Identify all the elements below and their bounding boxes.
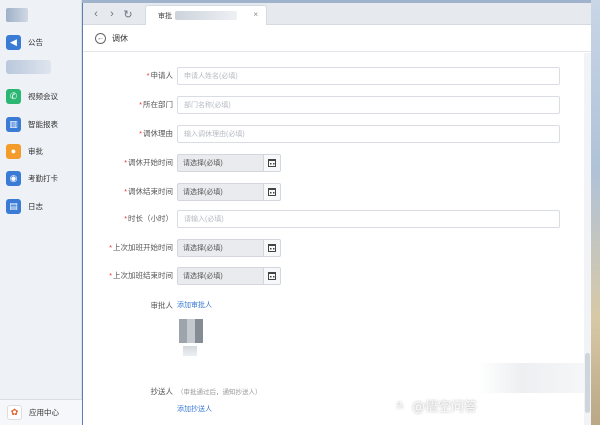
- sidebar-item-label: 考勤打卡: [28, 173, 58, 183]
- app-center-label: 应用中心: [29, 408, 59, 417]
- watermark: 头 @悟空问答: [392, 396, 477, 415]
- form-row-last-overtime-start: *上次加班开始时间: [83, 239, 583, 257]
- required-mark: *: [124, 187, 127, 196]
- sidebar-item-smart-report[interactable]: ▥ 智能报表: [6, 115, 76, 133]
- tab-title: 审批: [158, 12, 172, 20]
- last-overtime-end-label-text: 上次加班结束时间: [113, 271, 173, 280]
- end-time-label: *调休结束时间: [124, 186, 173, 197]
- sidebar-item-approval[interactable]: ● 审批: [6, 142, 76, 160]
- chart-icon: ▥: [6, 116, 21, 132]
- required-mark: *: [124, 158, 127, 167]
- app-center-button[interactable]: ✿ 应用中心: [0, 399, 82, 425]
- department-label: *所在部门: [139, 99, 173, 110]
- reason-label-text: 调休理由: [143, 129, 173, 138]
- megaphone-icon: ◀: [6, 34, 21, 50]
- end-time-calendar-button[interactable]: [263, 183, 281, 201]
- department-label-text: 所在部门: [143, 100, 173, 109]
- sidebar-item-attendance[interactable]: ◉ 考勤打卡: [6, 169, 76, 187]
- page-header: ← 调休: [83, 26, 591, 52]
- calendar-icon: [268, 159, 276, 167]
- start-time-calendar-button[interactable]: [263, 154, 281, 172]
- watermark-badge: 头: [392, 397, 408, 414]
- last-overtime-end-input[interactable]: [177, 267, 263, 285]
- department-input[interactable]: [177, 96, 560, 114]
- required-mark: *: [139, 129, 142, 138]
- last-overtime-end-calendar-button[interactable]: [263, 267, 281, 285]
- form-row-applicant: *申请人: [83, 67, 583, 85]
- back-arrow-icon[interactable]: ←: [95, 33, 106, 44]
- approver-label: 审批人: [150, 301, 174, 310]
- app-sidebar: ◀ 公告 ✆ 视频会议 ▥ 智能报表 ● 审批 ◉ 考勤打卡 ▤ 日志 ✿ 应用…: [0, 0, 82, 425]
- calendar-icon: [268, 188, 276, 196]
- vertical-scrollbar[interactable]: [584, 53, 591, 425]
- applicant-label-text: 申请人: [150, 71, 174, 80]
- duration-input[interactable]: [177, 210, 560, 228]
- last-overtime-start-input[interactable]: [177, 239, 263, 257]
- sidebar-item-label: 智能报表: [28, 119, 58, 129]
- location-icon: ◉: [6, 170, 21, 186]
- reason-input[interactable]: [177, 125, 560, 143]
- desktop-background-right: [591, 0, 600, 425]
- applicant-label: *申请人: [147, 70, 173, 81]
- required-mark: *: [139, 100, 142, 109]
- approver-name-blurred: [183, 346, 197, 356]
- forward-nav-icon[interactable]: ›: [105, 7, 119, 21]
- sidebar-item-label: 视频会议: [28, 91, 58, 101]
- watermark-text: @悟空问答: [412, 400, 478, 415]
- last-overtime-start-label: *上次加班开始时间: [109, 242, 173, 253]
- person-icon: ●: [6, 143, 21, 159]
- refresh-icon[interactable]: ↻: [121, 7, 135, 21]
- blurred-item: [6, 60, 51, 74]
- required-mark: *: [109, 271, 112, 280]
- cc-hint: （审批通过后，通知抄送人）: [177, 389, 262, 396]
- start-time-label: *调休开始时间: [124, 157, 173, 168]
- form-row-start-time: *调休开始时间: [83, 154, 583, 172]
- required-mark: *: [124, 214, 127, 223]
- start-time-input[interactable]: [177, 154, 263, 172]
- app-center-icon: ✿: [7, 405, 22, 420]
- calendar-icon: [268, 244, 276, 252]
- phone-icon: ✆: [6, 88, 21, 104]
- sidebar-item-label: 日志: [28, 201, 43, 211]
- reason-label: *调休理由: [139, 128, 173, 139]
- duration-label-text: 时长（小时）: [128, 214, 173, 223]
- form-row-department: *所在部门: [83, 96, 583, 114]
- sidebar-item-announcement[interactable]: ◀ 公告: [6, 33, 76, 51]
- page-title: 调休: [112, 34, 128, 43]
- form-row-last-overtime-end: *上次加班结束时间: [83, 267, 583, 285]
- last-overtime-end-label: *上次加班结束时间: [109, 270, 173, 281]
- applicant-input[interactable]: [177, 67, 560, 85]
- duration-label: *时长（小时）: [124, 213, 173, 224]
- form-row-duration: *时长（小时）: [83, 210, 583, 228]
- tab-approval[interactable]: 审批 ×: [145, 5, 267, 25]
- form-row-end-time: *调休结束时间: [83, 183, 583, 201]
- close-icon[interactable]: ×: [253, 10, 258, 19]
- tab-bar: ‹ › ↻ 审批 ×: [83, 3, 591, 25]
- end-time-label-text: 调休结束时间: [128, 187, 173, 196]
- cc-label: 抄送人: [150, 387, 174, 396]
- back-nav-icon[interactable]: ‹: [89, 7, 103, 21]
- required-mark: *: [109, 243, 112, 252]
- sidebar-item-label: 审批: [28, 146, 43, 156]
- form-row-approver: 审批人 添加审批人: [83, 297, 583, 315]
- user-avatar[interactable]: [6, 8, 28, 22]
- calendar-icon: [268, 272, 276, 280]
- end-time-input[interactable]: [177, 183, 263, 201]
- form-row-reason: *调休理由: [83, 125, 583, 143]
- document-icon: ▤: [6, 198, 21, 214]
- blurred-tab-text: [175, 11, 237, 20]
- add-cc-link[interactable]: 添加抄送人: [177, 404, 212, 414]
- blurred-region: [479, 363, 585, 393]
- sidebar-item-video-meeting[interactable]: ✆ 视频会议: [6, 87, 76, 105]
- scrollbar-thumb[interactable]: [585, 353, 590, 413]
- main-window: ‹ › ↻ 审批 × ← 调休 *申请人 *所在部门 *调休理由 *调休开始时间…: [83, 3, 591, 425]
- start-time-label-text: 调休开始时间: [128, 158, 173, 167]
- sidebar-item-label: 公告: [28, 37, 43, 47]
- add-approver-link[interactable]: 添加审批人: [177, 300, 212, 310]
- last-overtime-start-label-text: 上次加班开始时间: [113, 243, 173, 252]
- last-overtime-start-calendar-button[interactable]: [263, 239, 281, 257]
- required-mark: *: [146, 71, 150, 80]
- sidebar-item-log[interactable]: ▤ 日志: [6, 197, 76, 215]
- approver-avatar[interactable]: [179, 319, 203, 343]
